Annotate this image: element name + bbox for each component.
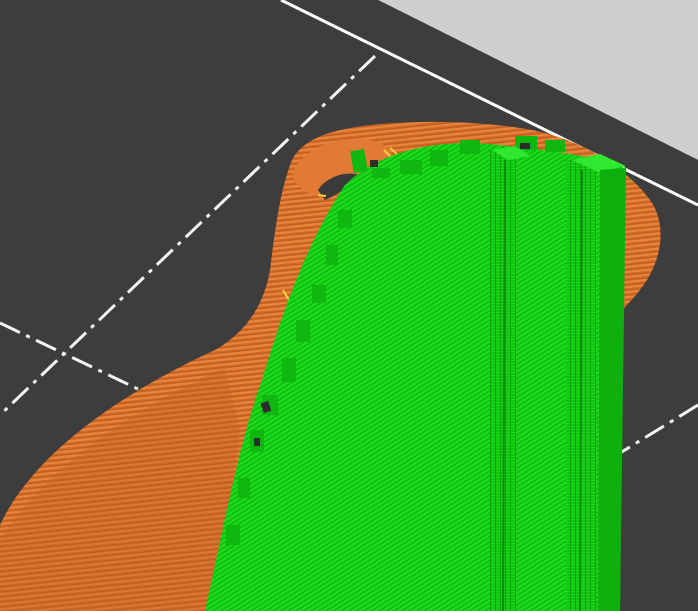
print-preview-viewport[interactable] <box>0 0 698 611</box>
toolpath-preview-scene[interactable] <box>0 0 698 611</box>
